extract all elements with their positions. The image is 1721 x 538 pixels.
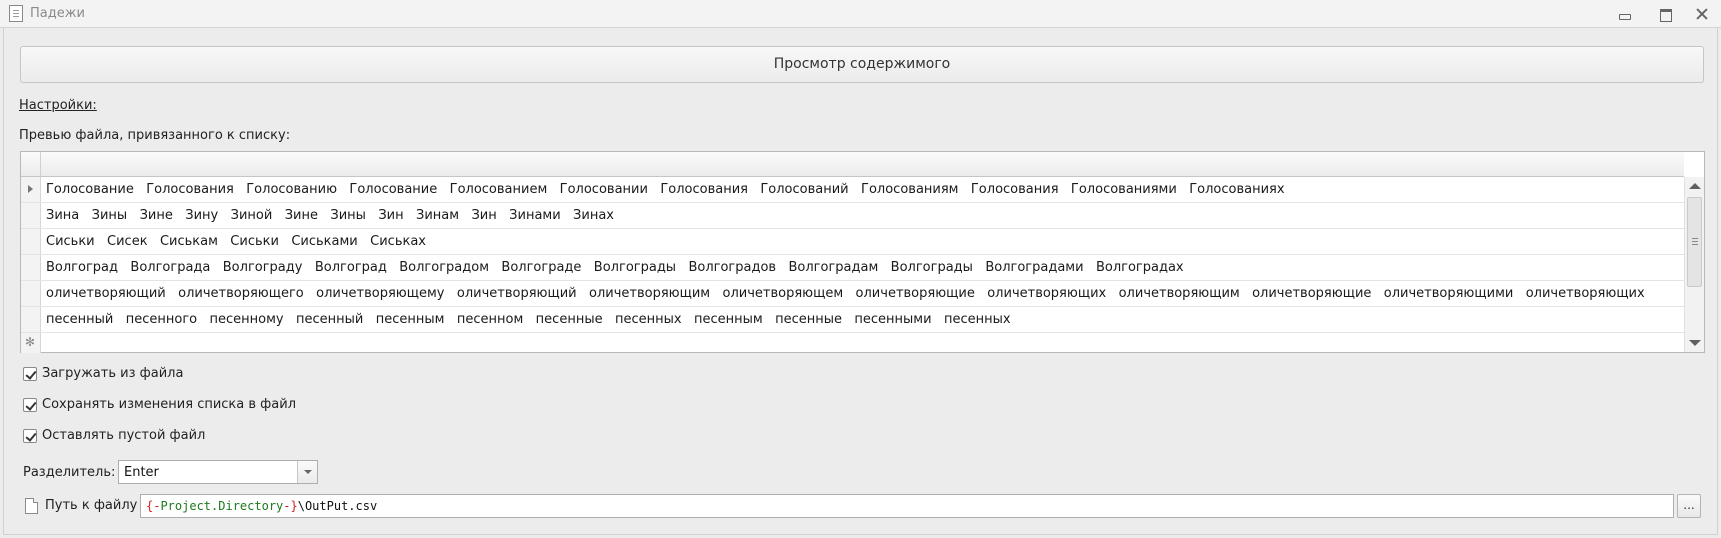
file-path-label: Путь к файлу xyxy=(45,498,138,513)
row-selector[interactable] xyxy=(21,255,41,280)
title-bar: Падежи xyxy=(0,0,1721,28)
new-row-icon: ✻ xyxy=(25,335,36,349)
row-selector[interactable] xyxy=(21,229,41,254)
chevron-down-icon[interactable] xyxy=(297,461,317,483)
preview-label: Превью файла, привязанного к списку: xyxy=(19,128,291,143)
preview-grid[interactable]: Голосование Голосования Голосованию Голо… xyxy=(20,151,1705,353)
grip-icon xyxy=(1692,238,1698,239)
table-row[interactable]: оличетворяющий оличетворяющего оличетвор… xyxy=(21,281,1684,307)
table-row[interactable]: Сиськи Сисек Сиськам Сиськи Сиськами Сис… xyxy=(21,229,1684,255)
file-path-input[interactable]: {-Project.Directory-}\OutPut.csv xyxy=(140,494,1674,518)
grid-corner xyxy=(21,152,41,176)
path-variable: Project.Directory xyxy=(160,499,284,513)
minimize-icon[interactable] xyxy=(1616,6,1632,22)
table-cell[interactable]: оличетворяющий оличетворяющего оличетвор… xyxy=(46,286,1645,301)
grid-scrollbar[interactable] xyxy=(1684,177,1704,352)
close-icon[interactable] xyxy=(1694,6,1710,22)
table-cell[interactable]: Сиськи Сисек Сиськам Сиськи Сиськами Сис… xyxy=(46,234,426,249)
path-brace-open: {- xyxy=(146,499,161,513)
table-cell[interactable]: песенный песенного песенному песенный пе… xyxy=(46,312,1011,327)
current-row-arrow-icon xyxy=(28,185,33,193)
row-selector[interactable] xyxy=(21,203,41,228)
scroll-up-arrow-icon[interactable] xyxy=(1689,183,1701,189)
scroll-down-arrow-icon[interactable] xyxy=(1689,340,1701,346)
checkbox-label: Загружать из файла xyxy=(42,366,184,381)
table-cell[interactable]: Волгоград Волгограда Волгограду Волгогра… xyxy=(46,260,1184,275)
table-cell[interactable]: Зина Зины Зине Зину Зиной Зине Зины Зин … xyxy=(46,208,614,223)
row-selector[interactable]: ✻ xyxy=(21,333,41,353)
path-brace-close: -} xyxy=(283,499,298,513)
window-title: Падежи xyxy=(30,6,85,21)
table-cell[interactable]: Голосование Голосования Голосованию Голо… xyxy=(46,182,1285,197)
path-rest: \OutPut.csv xyxy=(297,499,378,513)
grid-header xyxy=(21,152,1684,177)
checkbox-label: Оставлять пустой файл xyxy=(42,428,206,443)
separator-value[interactable]: Enter xyxy=(124,465,159,480)
checkbox-checked-icon[interactable] xyxy=(23,398,37,412)
view-contents-button[interactable]: Просмотр содержимого xyxy=(20,46,1704,83)
table-row[interactable]: Волгоград Волгограда Волгограду Волгогра… xyxy=(21,255,1684,281)
row-selector[interactable] xyxy=(21,307,41,332)
scroll-thumb[interactable] xyxy=(1687,197,1702,287)
table-row[interactable]: Зина Зины Зине Зину Зиной Зине Зины Зин … xyxy=(21,203,1684,229)
browse-button[interactable]: ... xyxy=(1677,494,1701,518)
checkbox-checked-icon[interactable] xyxy=(23,429,37,443)
row-selector[interactable] xyxy=(21,281,41,306)
checkbox-checked-icon[interactable] xyxy=(23,367,37,381)
checkbox-label: Сохранять изменения списка в файл xyxy=(42,397,297,412)
file-icon xyxy=(25,498,38,514)
document-icon xyxy=(9,5,23,22)
new-row[interactable]: ✻ xyxy=(21,333,1684,353)
table-row[interactable]: песенный песенного песенному песенный пе… xyxy=(21,307,1684,333)
settings-label: Настройки: xyxy=(19,98,97,113)
table-row[interactable]: Голосование Голосования Голосованию Голо… xyxy=(21,177,1684,203)
row-selector[interactable] xyxy=(21,177,41,202)
separator-select[interactable]: Enter xyxy=(118,460,318,484)
separator-label: Разделитель: xyxy=(23,465,116,480)
maximize-icon[interactable] xyxy=(1657,6,1673,22)
